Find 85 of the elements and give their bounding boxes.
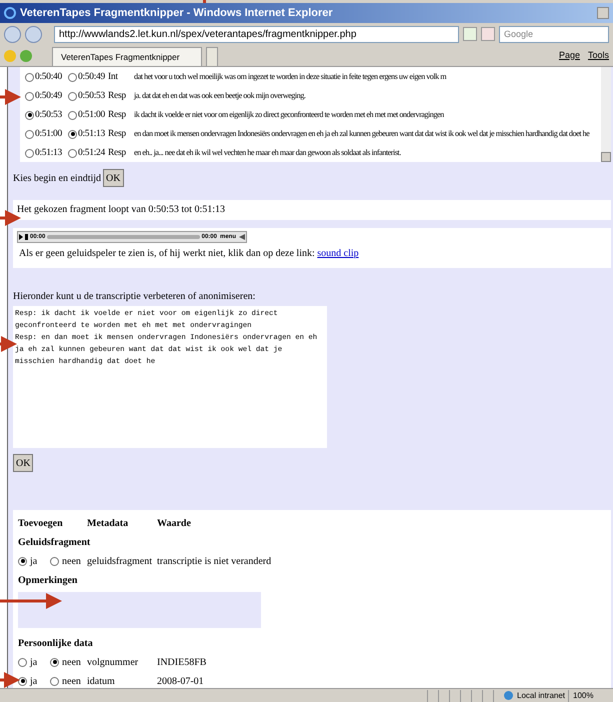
radio-button[interactable] <box>68 130 77 138</box>
speaker-label: Resp <box>108 90 127 103</box>
window-title: VeterenTapes Fragmentknipper - Windows Internet Explorer <box>20 6 333 21</box>
radio-button[interactable] <box>68 92 77 100</box>
annotation-arrow <box>0 593 62 609</box>
zoom-button[interactable]: 100% <box>568 690 613 702</box>
transcript-text: en eh.. ja... nee dat eh ik wil wel vechten he maar eh maar dan gewoon als soldaat als infanterist. <box>134 146 401 159</box>
radio-button[interactable] <box>18 658 27 666</box>
time-label: 0:50:49 <box>35 90 63 103</box>
stop-button[interactable] <box>481 27 495 41</box>
transcript-text: ja. dat dat eh en dat was ook een beetje ook mijn overweging. <box>134 90 306 102</box>
scrollbar[interactable] <box>601 67 611 162</box>
column-header: Toevoegen <box>18 516 63 530</box>
time-label: 0:51:24 <box>78 146 106 160</box>
radio-button[interactable] <box>68 72 77 82</box>
address-field[interactable]: http://wwwlands2.let.kun.nl/spex/veterantapes/fragmentknipper.php <box>54 26 459 42</box>
speaker-label: Resp <box>108 108 127 122</box>
search-field[interactable]: Google <box>499 26 609 42</box>
radio-button[interactable] <box>18 556 27 566</box>
radio-button[interactable] <box>18 676 27 686</box>
edit-label: Hieronder kunt u de transcriptie verbeteren of anonimiseren: <box>13 290 256 304</box>
column-header: Waarde <box>157 516 191 530</box>
annotation-arrow <box>0 89 21 105</box>
metadata-key: idatum <box>87 676 115 686</box>
minimize-button[interactable] <box>597 7 609 19</box>
transcript-list[interactable] <box>20 67 611 162</box>
radio-button[interactable] <box>68 110 77 120</box>
option-label: ja <box>30 674 38 688</box>
metadata-value: INDIE58FB <box>157 656 206 670</box>
add-favorite-icon <box>20 50 32 62</box>
globe-icon <box>504 691 513 700</box>
radio-button[interactable] <box>68 148 77 158</box>
time-label: 0:50:49 <box>78 70 106 84</box>
menu-button[interactable]: Tools <box>588 48 609 62</box>
section-title: Geluidsfragment <box>18 536 92 549</box>
browser-icon <box>4 7 16 19</box>
radio-button[interactable] <box>25 148 34 158</box>
speaker-label: Resp <box>108 128 127 141</box>
volume-icon <box>239 234 245 240</box>
remarks-field[interactable] <box>18 592 261 628</box>
metadata-key: geluidsfragment <box>87 556 152 566</box>
ok-button[interactable]: OK <box>103 169 124 188</box>
sound-clip-link[interactable]: sound clip <box>317 248 359 260</box>
radio-button[interactable] <box>50 658 59 666</box>
metadata-value: 2008-07-01 <box>157 674 204 688</box>
transcript-text: dat het voor u toch wel moeilijk was om ingezet te worden in deze situatie in feite tegen ergens uw eigen volk m <box>134 70 446 83</box>
new-tab-button[interactable] <box>206 47 218 66</box>
player-note: Als er geen geluidspeler te zien is, of hij werkt niet, klik dan op deze link: sound clip <box>19 247 360 262</box>
browser-tab[interactable]: VeterenTapes Fragmentknipper <box>52 47 202 66</box>
metadata-value: transcriptie is niet veranderd <box>157 554 272 568</box>
radio-button[interactable] <box>25 130 34 138</box>
radio-button[interactable] <box>25 72 34 82</box>
time-label: 0:51:00 <box>78 108 106 122</box>
annotation-arrow <box>0 672 20 688</box>
time-label: 0:50:53 <box>35 108 63 122</box>
transcript-text: ik dacht ik voelde er niet voor om eigenlijk zo direct geconfronteerd te worden met eh met met ondervragingen <box>134 108 444 121</box>
radio-button[interactable] <box>50 556 59 566</box>
speaker-label: Resp <box>108 146 127 160</box>
radio-button[interactable] <box>25 92 34 100</box>
section-title: Persoonlijke data <box>18 637 94 650</box>
ok-button[interactable]: OK <box>13 454 34 472</box>
radio-button[interactable] <box>25 110 34 120</box>
zone-label: Local intranet <box>517 690 566 702</box>
fragment-info: Het gekozen fragment loopt van 0:50:53 tot 0:51:13 <box>13 200 611 220</box>
option-label: neen <box>62 554 81 568</box>
time-label: 0:51:00 <box>35 128 63 141</box>
column-header: Metadata <box>87 518 128 528</box>
option-label: ja <box>30 554 38 568</box>
time-label: 0:50:53 <box>78 90 106 103</box>
metadata-key: volgnummer <box>87 656 138 668</box>
time-label: 0:51:13 <box>35 146 63 160</box>
option-label: ja <box>30 656 38 670</box>
time-label: 0:51:13 <box>78 128 106 141</box>
section-title: Opmerkingen <box>18 574 78 587</box>
stop-icon <box>25 234 28 240</box>
time-label: 0:50:40 <box>35 70 63 84</box>
radio-button[interactable] <box>50 676 59 686</box>
annotation-arrow <box>0 336 17 352</box>
transcript-text: en dan moet ik mensen ondervragen Indonesiërs ondervragen en eh ja eh zal kunnen gebeuren want dat dat wist ik ook wel dat je misschien hardhandig dat doet he <box>134 128 590 140</box>
speaker-label: Int <box>108 70 119 84</box>
menu-button[interactable]: Page <box>558 48 580 62</box>
option-label: neen <box>62 674 81 688</box>
choose-label: Kies begin en eindtijd <box>13 172 102 186</box>
option-label: neen <box>62 656 81 670</box>
refresh-button[interactable] <box>463 27 477 41</box>
